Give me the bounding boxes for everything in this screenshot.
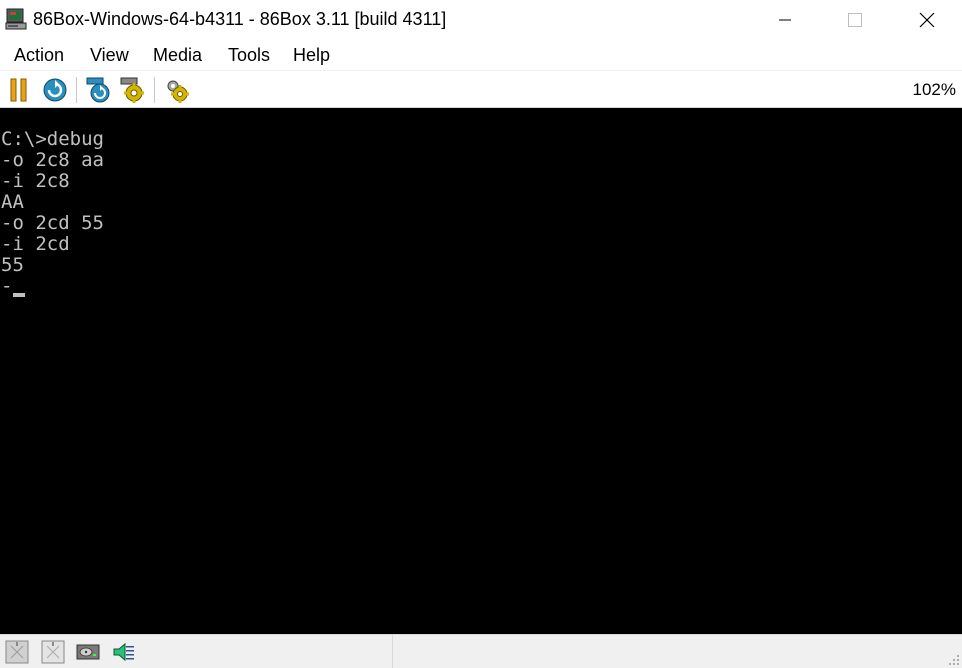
maximize-icon bbox=[848, 13, 862, 27]
menu-action[interactable]: Action bbox=[8, 44, 70, 66]
resize-grip-icon[interactable] bbox=[948, 654, 960, 666]
zoom-level: 102% bbox=[912, 80, 956, 99]
emulator-window: 86Box-Windows-64-b4311 - 86Box 3.11 [bui… bbox=[0, 0, 962, 668]
settings-icon[interactable] bbox=[164, 77, 190, 103]
status-bar bbox=[0, 634, 962, 668]
reset-icon[interactable] bbox=[42, 77, 68, 103]
menu-view[interactable]: View bbox=[84, 44, 135, 66]
menu-bar: Action View Media Tools Help bbox=[0, 40, 962, 70]
emulator-screen[interactable]: C:\>debug -o 2c8 aa -i 2c8 AA -o 2cd 55 … bbox=[0, 108, 962, 634]
terminal-line: C:\>debug bbox=[1, 128, 104, 150]
terminal-line: AA bbox=[1, 191, 24, 213]
terminal-line: -o 2c8 aa bbox=[1, 149, 104, 171]
close-button[interactable] bbox=[892, 0, 962, 40]
ctrl-alt-del-icon[interactable] bbox=[86, 77, 112, 103]
close-icon bbox=[919, 12, 935, 28]
terminal-line: 55 bbox=[1, 254, 24, 276]
minimize-button[interactable] bbox=[750, 0, 820, 40]
terminal-line: - bbox=[1, 275, 13, 297]
status-divider bbox=[392, 635, 393, 668]
computer-icon[interactable] bbox=[5, 8, 27, 30]
floppy-drive-b-icon[interactable] bbox=[41, 640, 65, 664]
pause-icon[interactable] bbox=[6, 77, 32, 103]
ctrl-alt-esc-icon[interactable] bbox=[120, 77, 146, 103]
toolbar-separator bbox=[154, 77, 155, 103]
menu-help[interactable]: Help bbox=[287, 44, 336, 66]
window-title: 86Box-Windows-64-b4311 - 86Box 3.11 [bui… bbox=[33, 9, 447, 29]
terminal-line: -i 2c8 bbox=[1, 170, 70, 192]
toolbar: 102% bbox=[0, 70, 962, 108]
sound-icon[interactable] bbox=[112, 640, 136, 664]
text-cursor bbox=[13, 293, 25, 297]
floppy-drive-a-icon[interactable] bbox=[5, 640, 29, 664]
hard-disk-icon[interactable] bbox=[76, 640, 100, 664]
terminal-line: -i 2cd bbox=[1, 233, 70, 255]
minimize-icon bbox=[779, 19, 791, 21]
maximize-button[interactable] bbox=[820, 0, 890, 40]
terminal-line: -o 2cd 55 bbox=[1, 212, 104, 234]
menu-tools[interactable]: Tools bbox=[222, 44, 276, 66]
toolbar-separator bbox=[76, 77, 77, 103]
title-bar: 86Box-Windows-64-b4311 - 86Box 3.11 [bui… bbox=[0, 0, 962, 40]
menu-media[interactable]: Media bbox=[147, 44, 208, 66]
